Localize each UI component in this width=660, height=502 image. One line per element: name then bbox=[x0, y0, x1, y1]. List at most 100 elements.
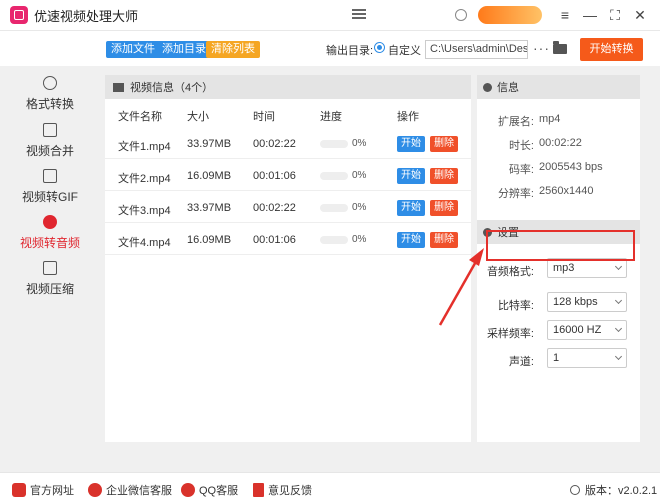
more-button[interactable]: ··· bbox=[533, 40, 550, 56]
wechat-link[interactable]: 企业微信客服 bbox=[88, 482, 172, 498]
info-row: 分辨率: 2560x1440 bbox=[477, 179, 640, 203]
file-name: 文件4.mp4 bbox=[118, 237, 171, 249]
version-icon bbox=[570, 485, 580, 495]
sidebar-item-video-audio[interactable]: 视频转音频 bbox=[0, 215, 100, 251]
start-convert-button[interactable]: 开始转换 bbox=[580, 38, 643, 61]
info-row: 时长: 00:02:22 bbox=[477, 131, 640, 155]
audio-format-label: 音频格式: bbox=[486, 266, 534, 278]
progress-percent: 0% bbox=[352, 234, 367, 245]
start-button[interactable]: 开始 bbox=[397, 168, 425, 184]
file-panel-title: 视频信息（4个） bbox=[130, 82, 214, 94]
bitrate-select[interactable]: 128 kbps bbox=[547, 292, 627, 312]
file-name: 文件2.mp4 bbox=[118, 173, 171, 185]
info-value: 2560x1440 bbox=[539, 185, 594, 197]
audio-icon bbox=[43, 215, 57, 229]
app-logo-icon bbox=[10, 6, 28, 24]
toolbar: 添加文件 添加目录 清除列表 输出目录: 自定义 C:\Users\admin\… bbox=[0, 30, 660, 66]
sidebar-item-label: 视频转GIF bbox=[22, 190, 78, 204]
add-dir-button[interactable]: 添加目录 bbox=[157, 41, 211, 58]
feedback-link[interactable]: 意见反馈 bbox=[253, 482, 312, 498]
custom-radio[interactable] bbox=[374, 42, 385, 53]
info-key: 码率: bbox=[508, 164, 534, 176]
website-link[interactable]: 官方网址 bbox=[12, 482, 74, 498]
sidebar-item-label: 视频压缩 bbox=[25, 282, 74, 296]
maximize-icon[interactable]: ⛶ bbox=[605, 5, 625, 25]
video-merge-icon bbox=[43, 123, 57, 137]
select-value: 1 bbox=[553, 352, 560, 364]
close-icon[interactable]: ✕ bbox=[630, 5, 650, 25]
select-value: mp3 bbox=[553, 262, 575, 274]
menu-lines-icon[interactable] bbox=[352, 9, 366, 21]
feedback-icon bbox=[253, 483, 264, 497]
app-title: 优速视频处理大师 bbox=[34, 8, 139, 24]
progress-bar bbox=[320, 172, 348, 180]
clear-list-button[interactable]: 清除列表 bbox=[206, 41, 260, 58]
chevron-down-icon bbox=[614, 262, 623, 271]
sidebar-item-video-compress[interactable]: 视频压缩 bbox=[0, 261, 100, 297]
output-path-field[interactable]: C:\Users\admin\Deskto bbox=[425, 40, 528, 59]
table-row[interactable]: 文件3.mp4 33.97MB 00:02:22 0% 开始 删除 bbox=[105, 191, 471, 223]
feedback-label: 意见反馈 bbox=[268, 485, 312, 497]
file-size: 33.97MB bbox=[187, 202, 232, 214]
file-time: 00:01:06 bbox=[253, 170, 296, 182]
progress-bar bbox=[320, 204, 348, 212]
table-row[interactable]: 文件1.mp4 33.97MB 00:02:22 0% 开始 删除 bbox=[105, 127, 471, 159]
table-row[interactable]: 文件2.mp4 16.09MB 00:01:06 0% 开始 删除 bbox=[105, 159, 471, 191]
footer: 官方网址 企业微信客服 QQ客服 意见反馈 版本：v2.0.2.1 bbox=[0, 472, 660, 502]
sidebar-item-video-merge[interactable]: 视频合并 bbox=[0, 123, 100, 159]
file-name: 文件1.mp4 bbox=[118, 141, 171, 153]
format-convert-icon bbox=[43, 76, 57, 90]
col-size: 大小 bbox=[187, 111, 209, 123]
col-action: 操作 bbox=[397, 111, 419, 123]
add-file-button[interactable]: 添加文件 bbox=[106, 41, 160, 58]
info-value: 2005543 bps bbox=[539, 161, 603, 173]
chevron-down-icon bbox=[614, 352, 623, 361]
delete-button[interactable]: 删除 bbox=[430, 136, 458, 152]
promo-pill[interactable] bbox=[478, 6, 542, 24]
qq-label: QQ客服 bbox=[199, 485, 239, 497]
start-button[interactable]: 开始 bbox=[397, 200, 425, 216]
col-name: 文件名称 bbox=[118, 111, 162, 123]
info-row: 扩展名: mp4 bbox=[477, 107, 640, 131]
qq-link[interactable]: QQ客服 bbox=[181, 482, 238, 498]
delete-button[interactable]: 删除 bbox=[430, 200, 458, 216]
minimize-icon[interactable]: — bbox=[580, 5, 600, 25]
setting-row: 比特率: 128 kbps bbox=[477, 288, 640, 316]
start-button[interactable]: 开始 bbox=[397, 232, 425, 248]
file-name: 文件3.mp4 bbox=[118, 205, 171, 217]
sidebar: 格式转换 视频合并 视频转GIF 视频转音频 视频压缩 bbox=[0, 66, 100, 472]
info-key: 时长: bbox=[508, 140, 534, 152]
sample-rate-select[interactable]: 16000 HZ bbox=[547, 320, 627, 340]
progress-percent: 0% bbox=[352, 138, 367, 149]
version-label: 版本：v2.0.2.1 bbox=[585, 485, 658, 497]
title-bar: 优速视频处理大师 ≡ — ⛶ ✕ bbox=[0, 0, 660, 30]
help-icon[interactable] bbox=[455, 9, 467, 21]
table-row[interactable]: 文件4.mp4 16.09MB 00:01:06 0% 开始 删除 bbox=[105, 223, 471, 255]
highlight-box bbox=[486, 230, 635, 261]
sidebar-item-format-convert[interactable]: 格式转换 bbox=[0, 76, 100, 112]
channel-select[interactable]: 1 bbox=[547, 348, 627, 368]
delete-button[interactable]: 删除 bbox=[430, 232, 458, 248]
gif-icon bbox=[43, 169, 57, 183]
col-time: 时间 bbox=[253, 111, 275, 123]
progress-bar bbox=[320, 236, 348, 244]
folder-icon[interactable] bbox=[553, 41, 567, 54]
start-button[interactable]: 开始 bbox=[397, 136, 425, 152]
bitrate-label: 比特率: bbox=[497, 300, 534, 312]
audio-format-select[interactable]: mp3 bbox=[547, 258, 627, 278]
sidebar-item-video-gif[interactable]: 视频转GIF bbox=[0, 169, 100, 205]
file-time: 00:02:22 bbox=[253, 138, 296, 150]
gear-icon bbox=[483, 82, 492, 92]
custom-radio-label[interactable]: 自定义 bbox=[388, 42, 421, 58]
chevron-down-icon bbox=[614, 324, 623, 333]
setting-row: 声道: 1 bbox=[477, 344, 640, 372]
image-icon bbox=[113, 82, 124, 92]
select-value: 128 kbps bbox=[553, 296, 598, 308]
info-value: 00:02:22 bbox=[539, 137, 582, 149]
sample-rate-label: 采样频率: bbox=[486, 328, 534, 340]
info-key: 扩展名: bbox=[497, 116, 534, 128]
file-time: 00:02:22 bbox=[253, 202, 296, 214]
progress-percent: 0% bbox=[352, 170, 367, 181]
delete-button[interactable]: 删除 bbox=[430, 168, 458, 184]
settings-menu-icon[interactable]: ≡ bbox=[555, 5, 575, 25]
